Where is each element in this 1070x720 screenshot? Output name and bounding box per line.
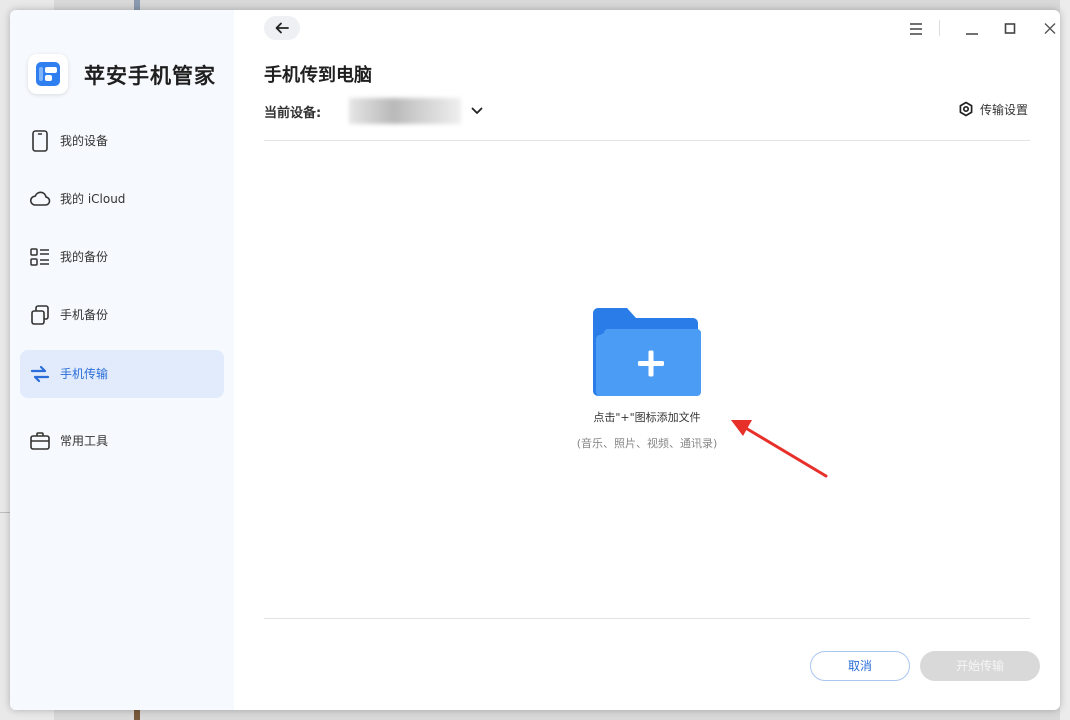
- arrow-left-icon: [275, 22, 289, 34]
- transfer-settings-button[interactable]: 传输设置: [958, 100, 1028, 118]
- app-window: 苹安手机管家 我的设备 我的 iCloud 我的备份 手机备份 手机传输 常用工…: [10, 10, 1060, 710]
- app-title: 苹安手机管家: [84, 64, 216, 88]
- sidebar-item-my-device[interactable]: 我的设备: [20, 117, 224, 165]
- divider: [264, 618, 1030, 619]
- sidebar-item-label: 手机备份: [60, 308, 109, 322]
- toolbox-icon: [30, 432, 50, 450]
- background-fragment: [134, 0, 140, 10]
- cloud-icon: [29, 191, 51, 206]
- sidebar-item-phone-backup[interactable]: 手机备份: [20, 291, 224, 339]
- maximize-icon[interactable]: [1000, 20, 1020, 38]
- minimize-icon[interactable]: [962, 20, 982, 38]
- chevron-down-icon[interactable]: [470, 104, 484, 118]
- cancel-button[interactable]: 取消: [810, 651, 910, 681]
- divider: [264, 140, 1030, 141]
- app-logo-icon: [36, 62, 60, 86]
- sidebar: 苹安手机管家 我的设备 我的 iCloud 我的备份 手机备份 手机传输 常用工…: [10, 10, 234, 710]
- annotation-arrow: [731, 420, 828, 478]
- device-name-redacted[interactable]: [349, 98, 461, 124]
- app-logo: [28, 54, 68, 94]
- phone-icon: [32, 130, 48, 152]
- add-file-folder-icon[interactable]: [590, 308, 704, 396]
- page-title: 手机传到电脑: [264, 65, 372, 86]
- sidebar-item-phone-transfer[interactable]: 手机传输: [20, 350, 224, 398]
- transfer-icon: [30, 365, 50, 383]
- menu-icon[interactable]: [906, 20, 926, 38]
- background-strip: [1060, 0, 1070, 720]
- main-panel: 手机传到电脑 当前设备: 传输设置 点击"+"图标添加文件 (音乐、照片、视频、…: [234, 10, 1060, 710]
- start-transfer-button[interactable]: 开始传输: [920, 651, 1040, 681]
- sidebar-item-label: 我的备份: [60, 250, 109, 264]
- list-icon: [30, 248, 49, 266]
- device-label: 当前设备:: [264, 106, 322, 121]
- settings-icon: [959, 101, 973, 117]
- sidebar-item-label: 我的设备: [60, 134, 109, 148]
- back-button[interactable]: [264, 16, 300, 40]
- sidebar-item-label: 手机传输: [60, 367, 109, 381]
- close-icon[interactable]: [1040, 20, 1060, 38]
- sidebar-item-my-backup[interactable]: 我的备份: [20, 233, 224, 281]
- sidebar-item-label: 常用工具: [60, 434, 109, 448]
- copy-icon: [31, 305, 49, 325]
- sidebar-item-label: 我的 iCloud: [60, 192, 126, 206]
- transfer-settings-label: 传输设置: [980, 102, 1029, 117]
- window-controls-divider: [939, 20, 940, 36]
- sidebar-item-my-icloud[interactable]: 我的 iCloud: [20, 175, 224, 223]
- sidebar-item-tools[interactable]: 常用工具: [20, 417, 224, 465]
